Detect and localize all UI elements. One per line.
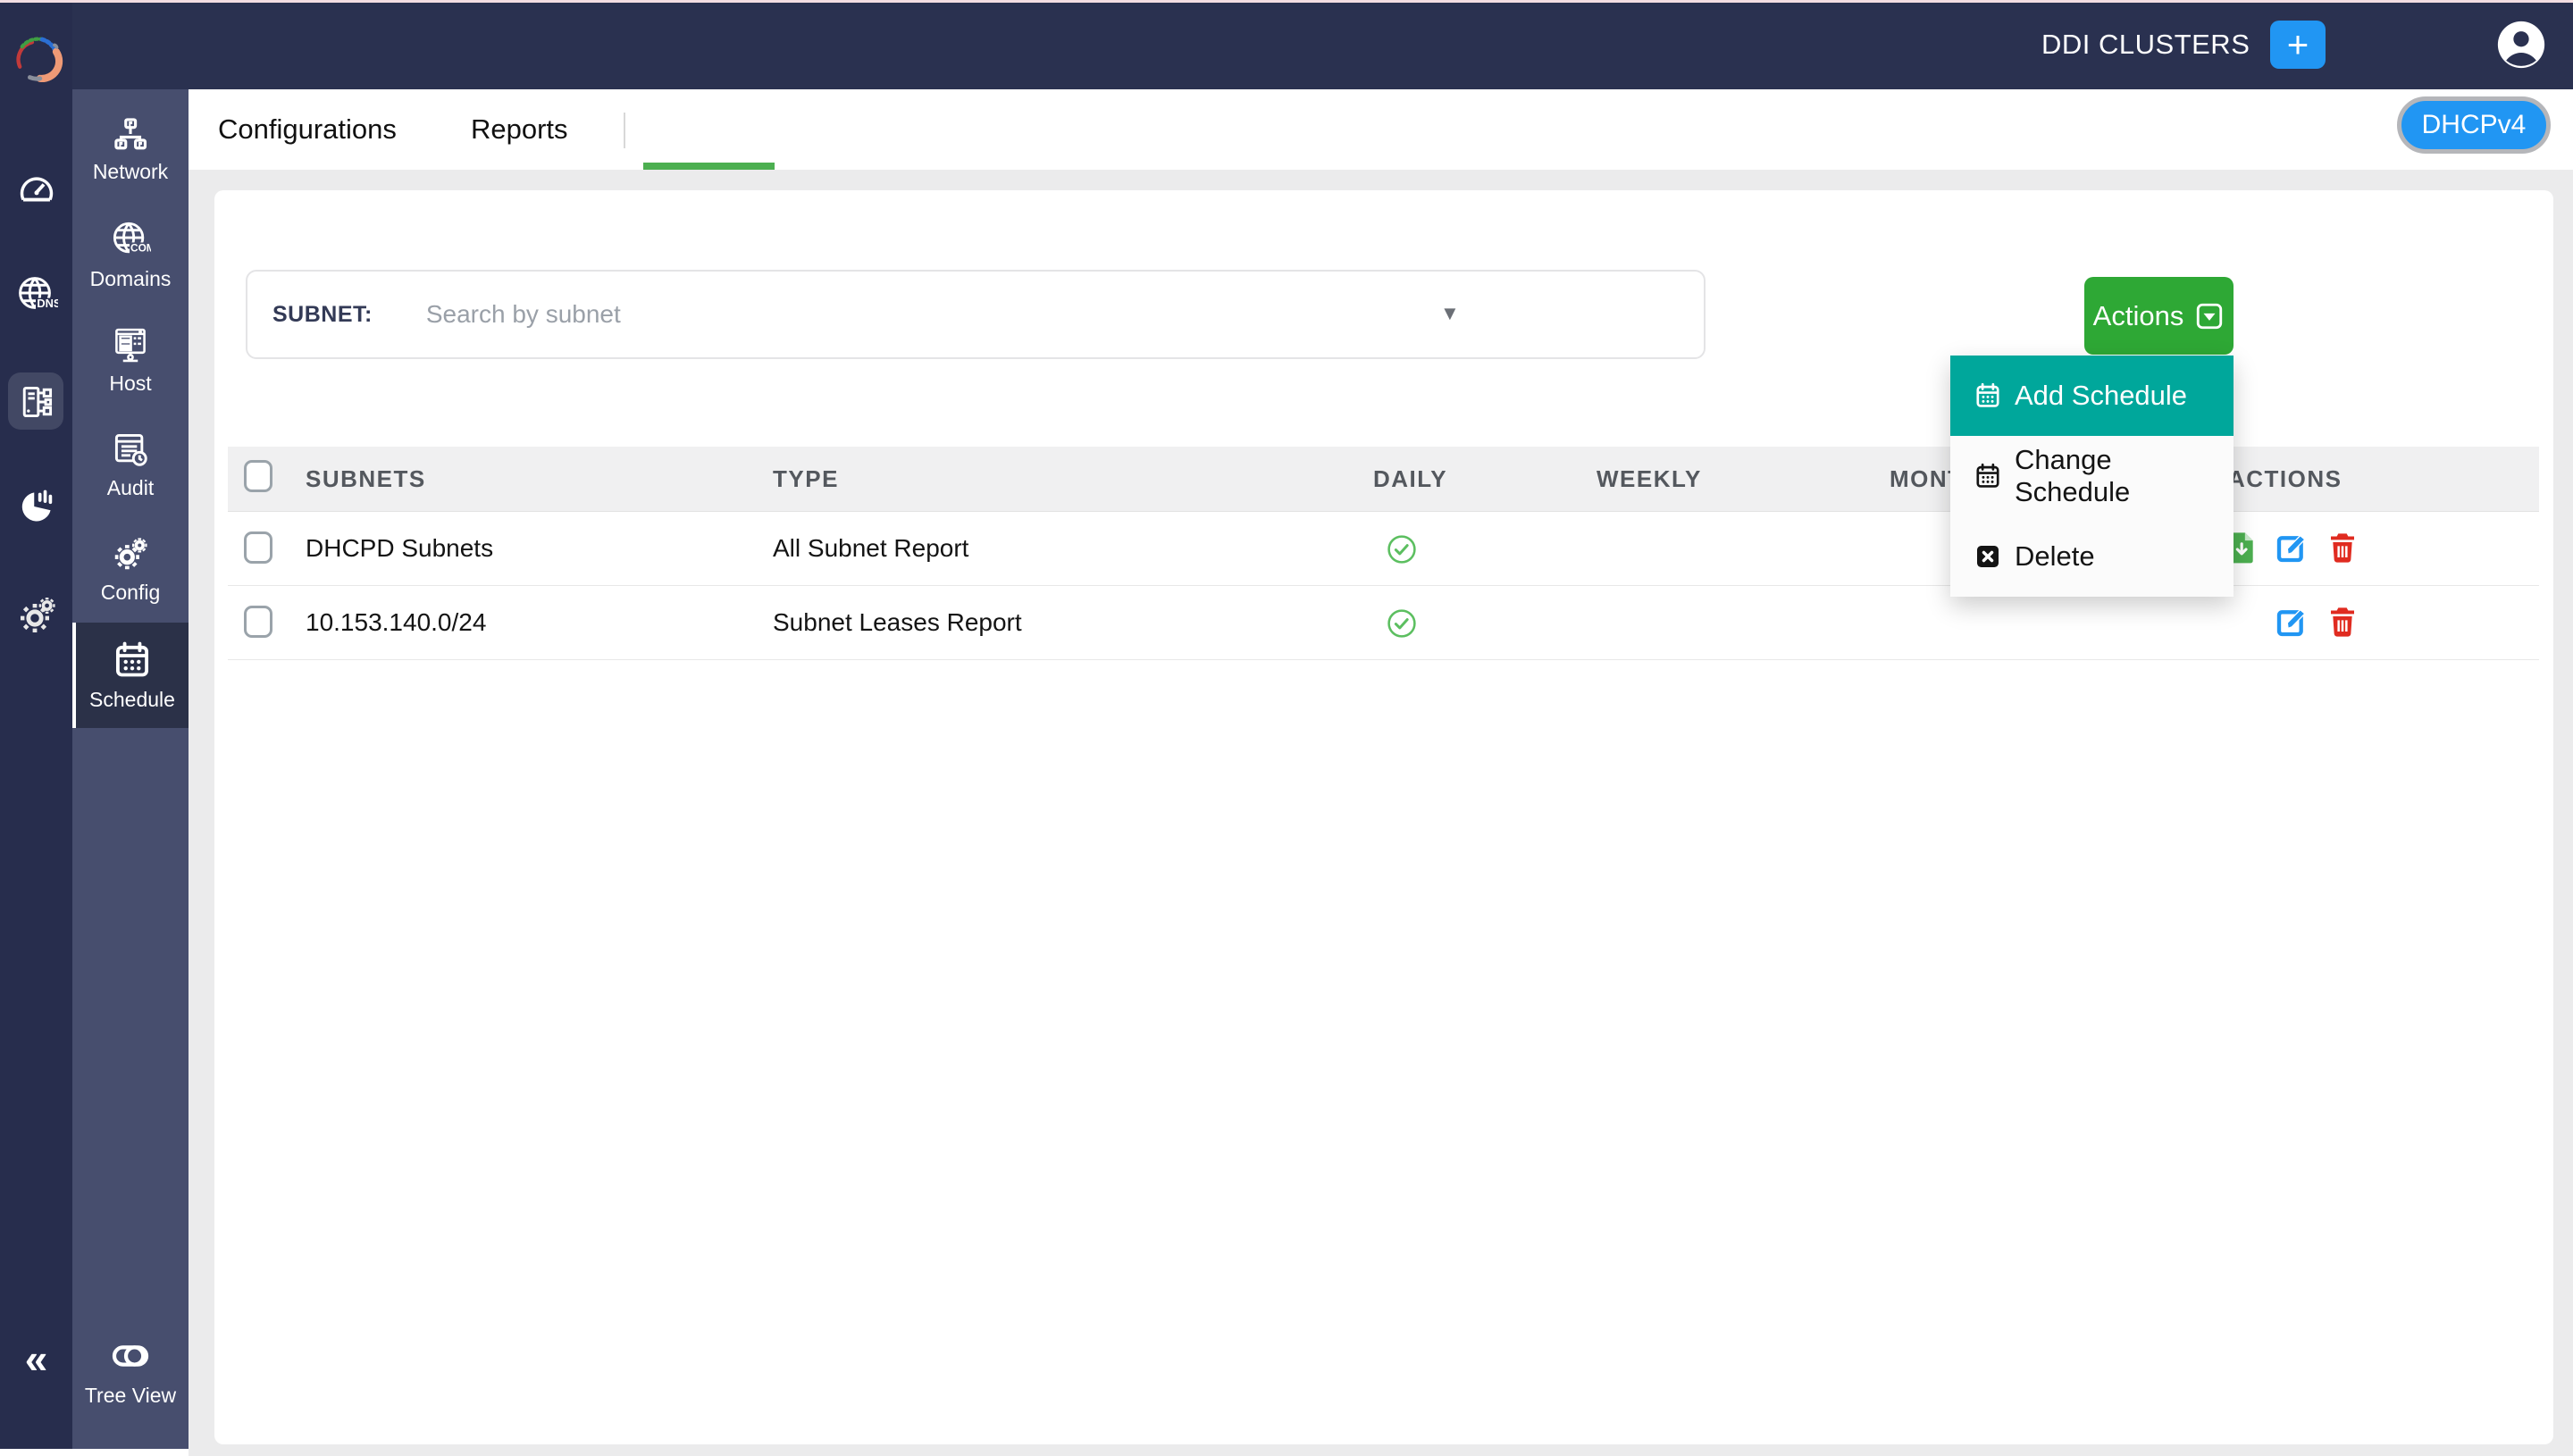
active-tab-underline bbox=[643, 163, 775, 170]
dns-icon[interactable]: DNS bbox=[0, 273, 72, 316]
menu-item-label: Delete bbox=[2015, 540, 2095, 573]
network-icon bbox=[112, 115, 149, 153]
tree-view-icon bbox=[110, 1335, 151, 1377]
domains-icon: COM bbox=[110, 219, 151, 260]
edit-row-button[interactable] bbox=[2274, 604, 2311, 641]
sidebar-item-label: Schedule bbox=[89, 688, 175, 712]
cluster-title: DDI CLUSTERS bbox=[2041, 0, 2250, 89]
schedule-icon bbox=[112, 640, 153, 681]
calendar-icon bbox=[1974, 381, 2002, 410]
sidebar-item-tree-view[interactable]: Tree View bbox=[72, 1320, 189, 1422]
cell-type: All Subnet Report bbox=[773, 512, 968, 585]
actions-button-label: Actions bbox=[2093, 300, 2184, 332]
settings-icon[interactable] bbox=[0, 594, 72, 637]
daily-check-icon bbox=[1386, 533, 1423, 571]
sidebar-item-config[interactable]: Config bbox=[72, 518, 189, 620]
actions-button[interactable]: Actions bbox=[2084, 277, 2234, 355]
svg-text:DNS: DNS bbox=[37, 297, 58, 310]
menu-item-label: Change Schedule bbox=[2015, 444, 2234, 508]
sidebar-item-label: Config bbox=[101, 581, 160, 605]
sidebar-item-network[interactable]: Network bbox=[72, 98, 189, 200]
user-avatar[interactable] bbox=[2496, 20, 2546, 70]
tab-bar: Configurations Reports bbox=[189, 89, 2573, 170]
cell-type: Subnet Leases Report bbox=[773, 586, 1022, 659]
delete-row-button[interactable] bbox=[2325, 530, 2362, 567]
menu-item-add-schedule[interactable]: Add Schedule bbox=[1950, 356, 2234, 436]
logo-icon bbox=[10, 32, 63, 86]
col-subnets: SUBNETS bbox=[306, 447, 426, 511]
actions-dropdown-menu: Add Schedule Change Schedule Delete bbox=[1950, 356, 2234, 597]
audit-icon bbox=[111, 430, 150, 469]
caret-box-icon bbox=[2194, 301, 2225, 331]
sidebar-nav: Network COM Domains bbox=[72, 89, 189, 1449]
tab-configurations[interactable]: Configurations bbox=[218, 89, 397, 170]
host-icon bbox=[111, 325, 150, 364]
table-row: 10.153.140.0/24 Subnet Leases Report bbox=[228, 586, 2539, 660]
collapse-sidebar-button[interactable]: « bbox=[0, 1338, 72, 1379]
app-root: DDI CLUSTERS + bbox=[0, 0, 2573, 1456]
dashboard-icon[interactable] bbox=[0, 170, 72, 211]
sidebar-item-label: Audit bbox=[107, 476, 154, 500]
sidebar-item-label: Network bbox=[93, 160, 168, 184]
svg-text:COM: COM bbox=[130, 241, 151, 254]
config-icon bbox=[111, 534, 150, 573]
cell-subnet: DHCPD Subnets bbox=[306, 512, 493, 585]
ipam-icon[interactable] bbox=[0, 382, 72, 422]
row-checkbox[interactable] bbox=[244, 606, 272, 638]
subnet-search-input[interactable] bbox=[424, 299, 1411, 330]
tab-divider bbox=[624, 113, 625, 148]
subnet-label: SUBNET: bbox=[272, 302, 373, 328]
sidebar-item-label: Tree View bbox=[85, 1384, 176, 1408]
sidebar-item-host[interactable]: Host bbox=[72, 309, 189, 411]
sidebar-item-domains[interactable]: COM Domains bbox=[72, 204, 189, 305]
protocol-badge[interactable]: DHCPv4 bbox=[2397, 96, 2551, 154]
col-actions: ACTIONS bbox=[2228, 447, 2343, 511]
x-square-icon bbox=[1974, 542, 2002, 571]
sidebar-item-schedule[interactable]: Schedule bbox=[72, 623, 189, 728]
delete-row-button[interactable] bbox=[2325, 604, 2362, 641]
dropdown-caret-icon[interactable]: ▼ bbox=[1440, 302, 1460, 325]
sidebar-item-label: Domains bbox=[90, 267, 172, 291]
edit-row-button[interactable] bbox=[2274, 530, 2311, 567]
menu-item-change-schedule[interactable]: Change Schedule bbox=[1950, 436, 2234, 516]
tab-reports[interactable]: Reports bbox=[471, 89, 568, 170]
sidebar-item-audit[interactable]: Audit bbox=[72, 414, 189, 515]
menu-item-delete[interactable]: Delete bbox=[1950, 516, 2234, 597]
col-weekly: WEEKLY bbox=[1597, 447, 1702, 511]
daily-check-icon bbox=[1386, 607, 1423, 645]
select-all-checkbox[interactable] bbox=[244, 460, 272, 492]
add-cluster-button[interactable]: + bbox=[2270, 21, 2326, 69]
analytics-icon[interactable] bbox=[0, 487, 72, 526]
person-icon bbox=[2496, 20, 2546, 70]
sidebar-item-label: Host bbox=[109, 372, 151, 396]
cell-subnet: 10.153.140.0/24 bbox=[306, 586, 486, 659]
subnet-search-combobox[interactable]: SUBNET: ▼ bbox=[246, 270, 1706, 359]
top-edge-line bbox=[0, 0, 2573, 3]
col-daily: DAILY bbox=[1373, 447, 1447, 511]
calendar-icon bbox=[1974, 462, 2002, 490]
col-type: TYPE bbox=[773, 447, 839, 511]
app-logo[interactable] bbox=[0, 32, 72, 86]
row-checkbox[interactable] bbox=[244, 531, 272, 564]
menu-item-label: Add Schedule bbox=[2015, 380, 2187, 412]
icon-rail: DNS bbox=[0, 0, 72, 1449]
